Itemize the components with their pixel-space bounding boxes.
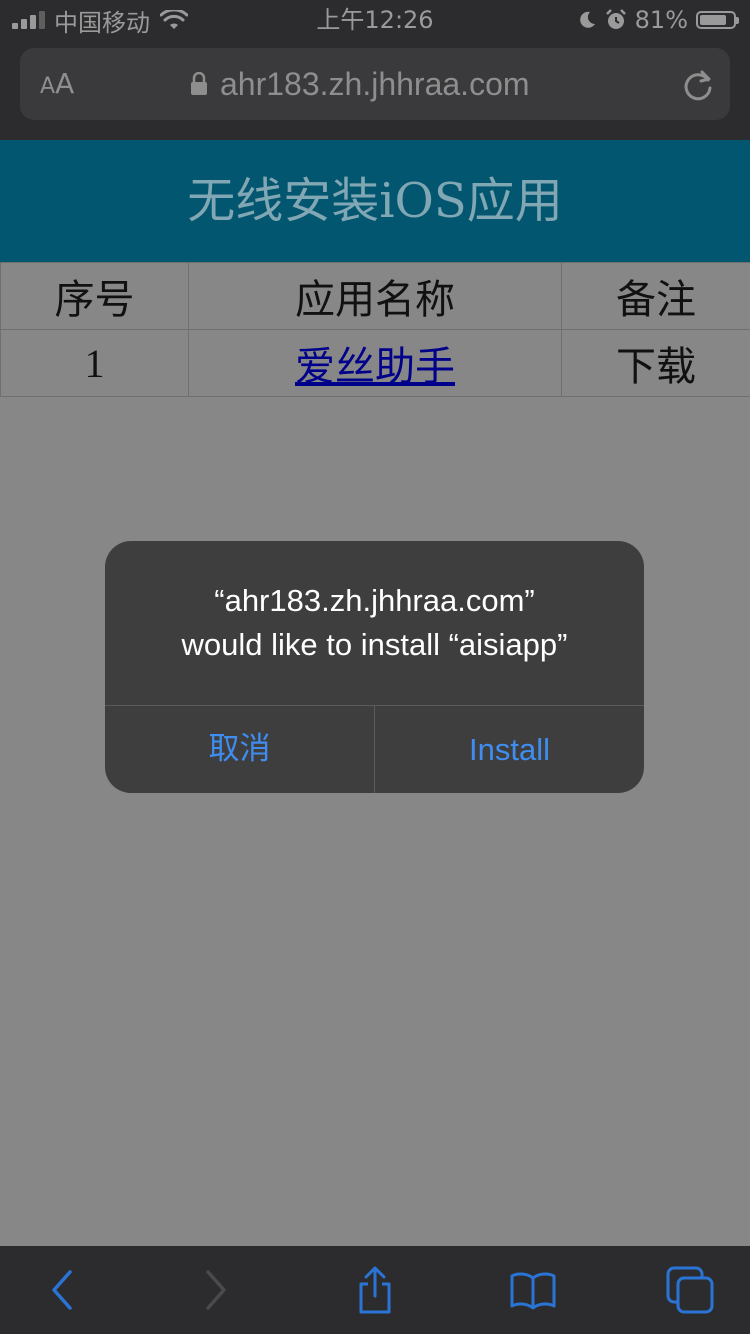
app-name-link[interactable]: 爱丝助手 bbox=[295, 344, 455, 390]
table-header-row: 序号 应用名称 备注 bbox=[0, 262, 750, 330]
alert-message: “ahr183.zh.jhhraa.com” would like to ins… bbox=[105, 579, 644, 667]
forward-icon bbox=[206, 1270, 226, 1310]
install-alert-dialog: “ahr183.zh.jhhraa.com” would like to ins… bbox=[105, 541, 644, 793]
status-bar: 中国移动 上午12:26 81% bbox=[0, 0, 750, 40]
address-field[interactable]: AA ahr183.zh.jhhraa.com bbox=[20, 48, 730, 120]
battery-level-fill bbox=[700, 15, 726, 25]
bookmarks-button[interactable] bbox=[509, 1266, 557, 1314]
row-index: 1 bbox=[0, 329, 189, 397]
column-header-app-name: 应用名称 bbox=[188, 262, 562, 330]
reload-icon[interactable] bbox=[682, 68, 714, 102]
tabs-icon bbox=[666, 1266, 714, 1314]
back-button[interactable] bbox=[38, 1266, 86, 1314]
forward-button[interactable] bbox=[192, 1266, 240, 1314]
row-note-download[interactable]: 下载 bbox=[561, 329, 750, 397]
install-button[interactable]: Install bbox=[375, 706, 644, 793]
bottom-toolbar bbox=[0, 1246, 750, 1334]
row-app-name-cell: 爱丝助手 bbox=[188, 329, 562, 397]
tabs-button[interactable] bbox=[666, 1266, 714, 1314]
browser-address-bar: AA ahr183.zh.jhhraa.com bbox=[0, 40, 750, 140]
alert-message-line2: would like to install “aisiapp” bbox=[181, 627, 568, 662]
alarm-clock-icon bbox=[605, 9, 626, 29]
back-icon bbox=[52, 1270, 72, 1310]
url-display[interactable]: ahr183.zh.jhhraa.com bbox=[190, 48, 530, 120]
alert-message-line1: “ahr183.zh.jhhraa.com” bbox=[214, 583, 535, 618]
app-table: 序号 应用名称 备注 1 爱丝助手 下载 bbox=[0, 262, 750, 397]
share-icon bbox=[359, 1266, 391, 1314]
bookmarks-icon bbox=[510, 1272, 556, 1310]
column-header-note: 备注 bbox=[561, 262, 750, 330]
battery-percent: 81% bbox=[634, 6, 688, 34]
column-header-index: 序号 bbox=[0, 262, 189, 330]
status-right: 81% bbox=[569, 0, 739, 40]
text-size-button[interactable]: AA bbox=[40, 48, 74, 120]
url-text: ahr183.zh.jhhraa.com bbox=[220, 65, 530, 102]
share-button[interactable] bbox=[351, 1266, 399, 1314]
battery-icon bbox=[696, 11, 739, 29]
page-title: 无线安装iOS应用 bbox=[0, 140, 750, 262]
do-not-disturb-moon-icon bbox=[579, 11, 595, 28]
lock-icon bbox=[191, 72, 207, 95]
cancel-button[interactable]: 取消 bbox=[105, 706, 374, 793]
table-row: 1 爱丝助手 下载 bbox=[0, 329, 750, 397]
